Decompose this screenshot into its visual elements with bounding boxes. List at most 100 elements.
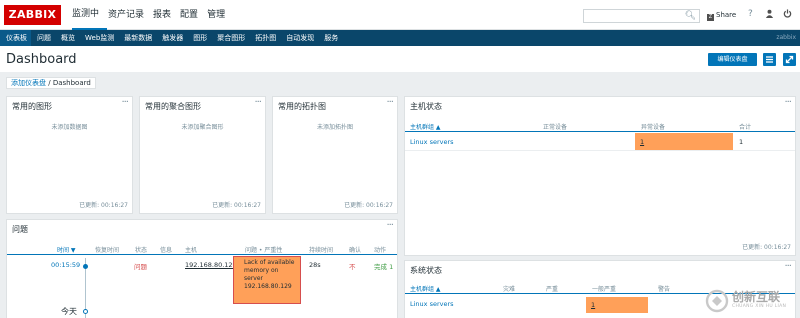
problem-actions[interactable]: 完成 1	[374, 261, 393, 271]
nav-reports[interactable]: 报表	[153, 0, 179, 30]
widget-updated: 已更新: 00:16:27	[212, 202, 261, 209]
problem-duration: 28s	[309, 261, 321, 269]
nav-configuration[interactable]: 配置	[180, 0, 206, 30]
column-duration: 持续时间	[309, 247, 334, 254]
table-row: Linux servers 1 1	[405, 133, 795, 151]
subnav-services[interactable]: 服务	[318, 30, 342, 46]
subnav-graphs[interactable]: 图形	[187, 30, 211, 46]
share-link[interactable]: Z Share	[707, 11, 736, 21]
subnav-discovery[interactable]: 自动发现	[280, 30, 318, 46]
widget-menu-icon[interactable]: ···	[784, 261, 791, 272]
widget-updated: 已更新: 00:16:27	[742, 244, 791, 251]
widget-updated: 已更新: 00:16:27	[79, 202, 128, 209]
widget-title: 常用的图形	[12, 102, 52, 111]
watermark-text: 创新互联	[732, 290, 781, 304]
widget-menu-icon[interactable]: ···	[121, 97, 128, 108]
search-icon[interactable]: 🔍︎	[685, 10, 696, 22]
host-group-link[interactable]: Linux servers	[410, 300, 454, 308]
total-count: 1	[739, 138, 744, 146]
problem-count-cell[interactable]: 1	[635, 133, 733, 150]
fullscreen-button[interactable]	[783, 53, 796, 66]
favorite-graphs-widget: 常用的图形 ··· 未添加数据图 已更新: 00:16:27	[6, 96, 133, 214]
column-disaster: 灾难	[503, 286, 516, 293]
widget-empty-text: 未添加聚合图形	[181, 124, 224, 131]
widget-menu-icon[interactable]: ···	[386, 220, 393, 231]
breadcrumb: 添加仪表盘 / Dashboard	[6, 77, 96, 89]
column-host-group[interactable]: 主机群组 ▲	[410, 122, 441, 131]
breadcrumb-separator: /	[48, 79, 51, 87]
subnav-overview[interactable]: 概览	[55, 30, 79, 46]
problem-line-2: memory on	[244, 267, 279, 274]
problem-ack[interactable]: 不	[349, 261, 356, 271]
average-count[interactable]: 1	[591, 301, 595, 309]
column-problem: 异常设备	[641, 124, 666, 131]
main-nav: 监测中 资产记录 报表 配置 管理	[72, 0, 234, 30]
widget-title: 问题	[12, 225, 28, 234]
search-input[interactable]: 🔍︎	[583, 9, 700, 23]
subnav-screens[interactable]: 聚合图形	[211, 30, 249, 46]
today-label: 今天	[61, 307, 77, 316]
widget-menu-icon[interactable]: ···	[254, 97, 261, 108]
favorite-maps-widget: 常用的拓扑图 ··· 未添加拓扑图 已更新: 00:16:27	[272, 96, 398, 214]
widget-title: 常用的拓扑图	[278, 102, 326, 111]
zabbix-logo[interactable]: ZABBIX	[4, 5, 61, 25]
column-actions: 动作	[374, 247, 387, 254]
subnav-web[interactable]: Web监测	[79, 30, 118, 46]
breadcrumb-add-dashboard[interactable]: 添加仪表盘	[11, 79, 46, 87]
sub-nav: 仪表板 问题 概览 Web监测 最新数据 触发器 图形 聚合图形 拓扑图 自动发…	[0, 30, 800, 46]
column-host-group[interactable]: 主机群组 ▲	[410, 284, 441, 293]
user-icon[interactable]	[765, 9, 774, 21]
subnav-dashboard[interactable]: 仪表板	[0, 30, 31, 46]
favorite-screens-widget: 常用的聚合图形 ··· 未添加聚合图形 已更新: 00:16:27	[139, 96, 266, 214]
nav-monitoring[interactable]: 监测中	[72, 0, 108, 30]
column-host: 主机	[185, 247, 198, 254]
share-label: Share	[716, 11, 737, 19]
nav-administration[interactable]: 管理	[207, 0, 233, 30]
column-info: 信息	[160, 247, 173, 254]
help-icon[interactable]: ?	[748, 9, 753, 19]
page-header: Dashboard 编辑仪表盘	[0, 46, 800, 72]
widget-title: 系统状态	[410, 266, 442, 275]
subnav-triggers[interactable]: 触发器	[156, 30, 187, 46]
problem-time[interactable]: 00:15:59	[51, 261, 80, 269]
subnav-latest-data[interactable]: 最新数据	[118, 30, 156, 46]
table-row: 00:15:59 问题 192.168.80.129 28s 不 完成 1	[7, 256, 397, 306]
subnav-problems[interactable]: 问题	[31, 30, 55, 46]
problems-widget: 问题 ··· 时间 ▼ 恢复时间 状态 信息 主机 问题 • 严重性 持续时间 …	[6, 219, 398, 318]
host-group-link[interactable]: Linux servers	[410, 138, 454, 146]
widget-empty-text: 未添加拓扑图	[316, 124, 353, 131]
column-time[interactable]: 时间 ▼	[57, 245, 76, 254]
problem-line-4: 192.168.80.129	[244, 283, 292, 290]
column-total: 合计	[739, 124, 752, 131]
table-header: 时间 ▼ 恢复时间 状态 信息 主机 问题 • 严重性 持续时间 确认 动作	[7, 242, 397, 255]
problem-host[interactable]: 192.168.80.129	[185, 261, 237, 269]
column-warning: 警告	[658, 286, 671, 293]
subnav-maps[interactable]: 拓扑图	[249, 30, 280, 46]
breadcrumb-current: Dashboard	[52, 79, 91, 87]
widget-updated: 已更新: 00:16:27	[344, 202, 393, 209]
widget-empty-text: 未添加数据图	[51, 124, 88, 131]
menu-button[interactable]	[763, 53, 776, 66]
power-icon[interactable]	[783, 9, 792, 21]
nav-inventory[interactable]: 资产记录	[108, 0, 152, 30]
timeline-dot	[83, 264, 88, 269]
table-header: 主机群组 ▲ 正常设备 异常设备 合计	[405, 119, 795, 132]
watermark-logo-icon	[705, 289, 729, 313]
problem-line-1: Lack of available	[244, 259, 295, 266]
top-header: ZABBIX 监测中 资产记录 报表 配置 管理 🔍︎ Z Share ?	[0, 0, 800, 30]
widget-menu-icon[interactable]: ···	[784, 97, 791, 108]
widget-title: 主机状态	[410, 102, 442, 111]
problem-description[interactable]: Lack of available memory on server 192.1…	[233, 256, 301, 304]
timeline-today-dot	[83, 309, 88, 314]
column-high: 严重	[546, 286, 559, 293]
widget-menu-icon[interactable]: ···	[386, 97, 393, 108]
share-icon: Z	[707, 14, 714, 21]
problem-count[interactable]: 1	[640, 138, 644, 146]
column-problem-severity: 问题 • 严重性	[245, 247, 283, 254]
brand-label: zabbix	[776, 34, 796, 41]
column-ack: 确认	[349, 247, 362, 254]
average-count-cell[interactable]: 1	[586, 297, 648, 313]
edit-dashboard-button[interactable]: 编辑仪表盘	[708, 53, 757, 66]
watermark: 创新互联 CHUANG XIN HU LIAN	[700, 284, 800, 318]
column-status: 状态	[135, 247, 148, 254]
